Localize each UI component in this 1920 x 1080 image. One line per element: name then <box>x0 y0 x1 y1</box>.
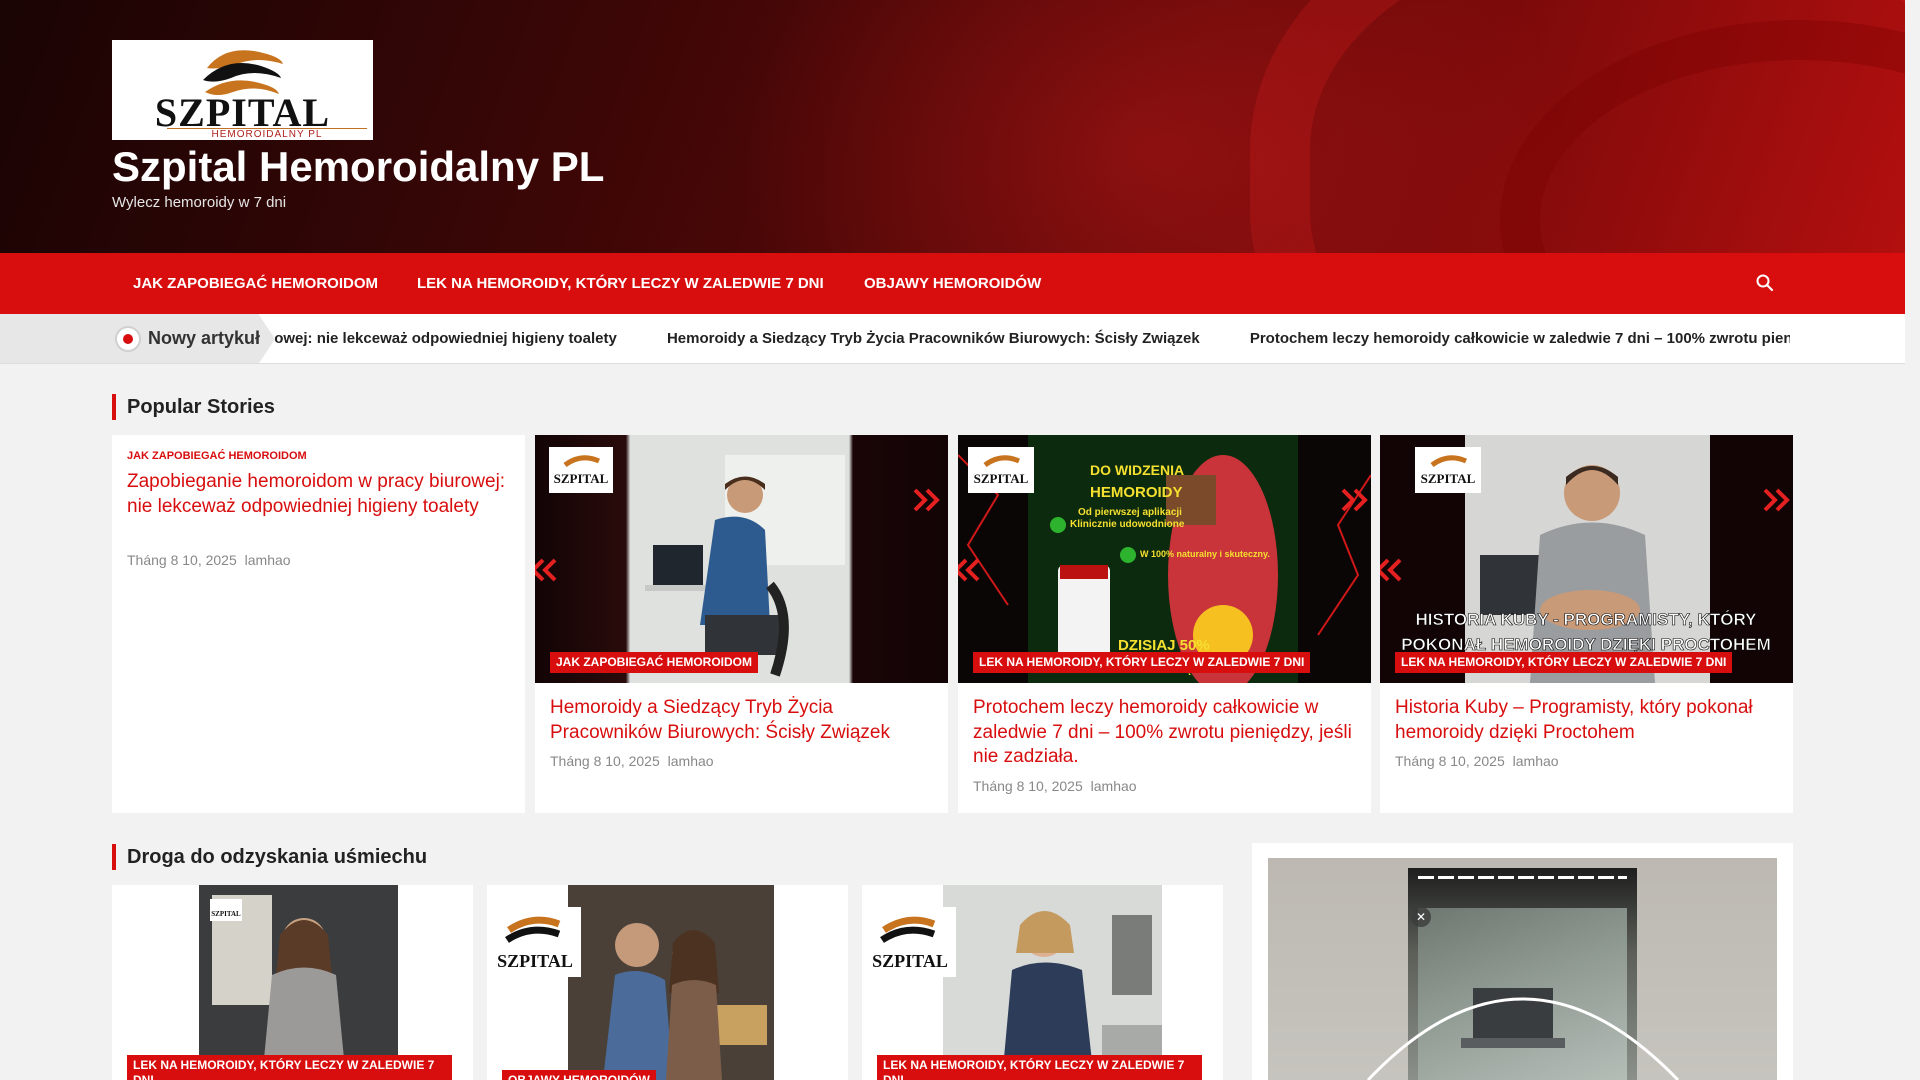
card-category-badge[interactable]: LEK NA HEMOROIDY, KTÓRY LECZY W ZALEDWIE… <box>1395 652 1733 673</box>
ticker-link[interactable]: Zapobieganie hemoroidom w pracy biurowej… <box>275 330 617 347</box>
logo-subtitle: HEMOROIDALNY PL <box>167 128 367 140</box>
card-author[interactable]: lamhao <box>1513 753 1559 769</box>
card-date[interactable]: Tháng 8 10, 2025 <box>127 552 237 568</box>
search-icon[interactable] <box>1755 273 1775 293</box>
card-meta: Tháng 8 10, 2025 lamhao <box>973 778 1137 794</box>
card-category-badge[interactable]: LEK NA HEMOROIDY, KTÓRY LECZY W ZALEDWIE… <box>127 1055 452 1080</box>
card-title-link[interactable]: Historia Kuby – Programisty, który pokon… <box>1395 696 1780 745</box>
card-category-badge[interactable]: JAK ZAPOBIEGAĆ HEMOROIDOM <box>550 652 759 673</box>
svg-text:SZPITAL: SZPITAL <box>1421 471 1476 486</box>
card-date[interactable]: Tháng 8 10, 2025 <box>1395 753 1505 769</box>
site-logo[interactable]: SZPITAL HEMOROIDALNY PL <box>112 40 373 140</box>
svg-text:SZPITAL: SZPITAL <box>974 471 1029 486</box>
promo-line-5: W 100% naturalny i skuteczny. <box>1140 549 1270 559</box>
ticker-link[interactable]: Protochem leczy hemoroidy całkowicie w z… <box>1250 330 1790 347</box>
news-ticker: Nowy artykuł Zapobieganie hemoroidom w p… <box>0 314 1905 364</box>
programmer-story-image: SZPITAL HISTORIA KUBY - PROGRAMISTY, KTÓ… <box>1380 435 1793 683</box>
main-navigation: JAK ZAPOBIEGAĆ HEMOROIDOM LEK NA HEMOROI… <box>0 253 1905 314</box>
card-image[interactable]: SZPITAL HISTORIA KUBY - PROGRAMISTY, KTÓ… <box>1380 435 1793 683</box>
recovery-card[interactable]: SZPITAL LEK NA HEMOROIDY, KTÓRY LECZY W … <box>112 885 473 1080</box>
card-category-badge[interactable]: OBJAWY HEMOROIDÓW <box>502 1070 656 1080</box>
card-meta: Tháng 8 10, 2025 lamhao <box>1395 753 1559 769</box>
card-title-link[interactable]: Zapobieganie hemoroidom w pracy biurowej… <box>127 470 512 519</box>
popular-card[interactable]: SZPITAL JAK ZAPOBIEGAĆ HEMOROIDOM Hemoro… <box>535 435 948 813</box>
office-worker-image: SZPITAL <box>535 435 948 683</box>
ticker-items: Zapobieganie hemoroidom w pracy biurowej… <box>275 330 1790 347</box>
nav-item-jak-zapobiegac[interactable]: JAK ZAPOBIEGAĆ HEMOROIDOM <box>133 253 378 314</box>
promo-line-4: Klinicznie udowodnione <box>1070 519 1185 530</box>
promo-line-1: DO WIDZENIA <box>1090 462 1184 478</box>
card-meta: Tháng 8 10, 2025 lamhao <box>127 552 291 568</box>
site-title[interactable]: Szpital Hemoroidalny PL <box>112 143 604 191</box>
card-author[interactable]: lamhao <box>668 753 714 769</box>
card-image[interactable]: SZPITAL DO WIDZENIA HEMOROIDY Od pierwsz… <box>958 435 1371 683</box>
card-date[interactable]: Tháng 8 10, 2025 <box>550 753 660 769</box>
card-image[interactable]: SZPITAL <box>862 885 1223 1080</box>
nav-item-lek-na-hemoroidy[interactable]: LEK NA HEMOROIDY, KTÓRY LECZY W ZALEDWIE… <box>417 253 824 314</box>
card-author[interactable]: lamhao <box>1091 778 1137 794</box>
svg-text:SZPITAL: SZPITAL <box>872 951 948 971</box>
card-title-link[interactable]: Hemoroidy a Siedzący Tryb Życia Pracowni… <box>550 696 935 745</box>
card-title-link[interactable]: Protochem leczy hemoroidy całkowicie w z… <box>973 696 1358 770</box>
section-heading-recovery: Droga do odzyskania uśmiechu <box>112 844 427 870</box>
card-category-link[interactable]: JAK ZAPOBIEGAĆ HEMOROIDOM <box>127 450 307 462</box>
svg-text:SZPITAL: SZPITAL <box>554 471 609 486</box>
popular-card[interactable]: JAK ZAPOBIEGAĆ HEMOROIDOM Zapobieganie h… <box>112 435 525 813</box>
popular-card[interactable]: SZPITAL HISTORIA KUBY - PROGRAMISTY, KTÓ… <box>1380 435 1793 813</box>
live-dot-icon <box>115 326 141 352</box>
card-date[interactable]: Tháng 8 10, 2025 <box>973 778 1083 794</box>
nav-item-objawy[interactable]: OBJAWY HEMOROIDÓW <box>864 253 1041 314</box>
site-header: SZPITAL HEMOROIDALNY PL Szpital Hemoroid… <box>0 0 1905 253</box>
card-image[interactable]: SZPITAL <box>112 885 473 1080</box>
card-category-badge[interactable]: LEK NA HEMOROIDY, KTÓRY LECZY W ZALEDWIE… <box>877 1055 1202 1080</box>
promo-line-3: Od pierwszej aplikacji <box>1078 507 1182 518</box>
card-category-badge[interactable]: LEK NA HEMOROIDY, KTÓRY LECZY W ZALEDWIE… <box>973 652 1311 673</box>
svg-text:SZPITAL: SZPITAL <box>211 910 241 918</box>
card-image[interactable]: SZPITAL <box>535 435 948 683</box>
product-promo-image: SZPITAL DO WIDZENIA HEMOROIDY Od pierwsz… <box>958 435 1371 683</box>
video-overlay-arc <box>1366 997 1680 1080</box>
svg-text:SZPITAL: SZPITAL <box>497 951 573 971</box>
ticker-link[interactable]: Hemoroidy a Siedzący Tryb Życia Pracowni… <box>667 330 1200 347</box>
image-headline-line: HISTORIA KUBY - PROGRAMISTY, KTÓRY <box>1416 610 1758 629</box>
card-meta: Tháng 8 10, 2025 lamhao <box>550 753 714 769</box>
sidebar-video[interactable]: ✕ <box>1268 858 1777 1080</box>
site-description: Wylecz hemoroidy w 7 dni <box>112 194 287 211</box>
logo-wordmark: SZPITAL <box>154 90 331 135</box>
ticker-label: Nowy artykuł <box>148 328 261 348</box>
card-image[interactable]: SZPITAL <box>487 885 848 1080</box>
section-heading-popular: Popular Stories <box>112 394 275 420</box>
popular-card[interactable]: SZPITAL DO WIDZENIA HEMOROIDY Od pierwsz… <box>958 435 1371 813</box>
recovery-card[interactable]: SZPITAL OBJAWY HEMOROIDÓW <box>487 885 848 1080</box>
card-author[interactable]: lamhao <box>245 552 291 568</box>
promo-line-2: HEMOROIDY <box>1090 484 1183 501</box>
recovery-card[interactable]: SZPITAL LEK NA HEMOROIDY, KTÓRY LECZY W … <box>862 885 1223 1080</box>
ticker-track: Zapobieganie hemoroidom w pracy biurowej… <box>275 314 1790 363</box>
